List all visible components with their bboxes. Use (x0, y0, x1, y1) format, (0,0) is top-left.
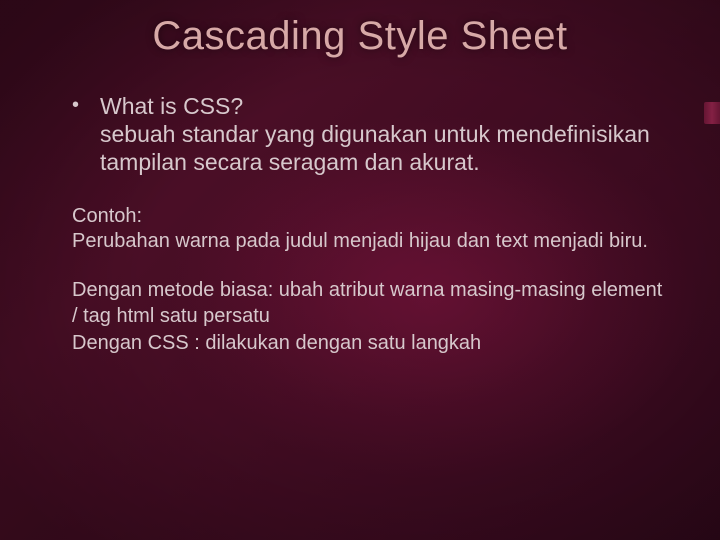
bullet-dot-icon: • (72, 92, 100, 120)
example-label: Contoh: (72, 204, 672, 229)
accent-strip (704, 102, 720, 124)
example-block: Contoh: Perubahan warna pada judul menja… (72, 204, 672, 254)
method-ordinary-text: Dengan metode biasa: ubah atribut warna … (72, 279, 662, 327)
method-css: Dengan CSS : dilakukan dengan satu langk… (72, 331, 672, 357)
method-ordinary: Dengan metode biasa: ubah atribut warna … (72, 278, 672, 329)
bullet-question: What is CSS? (100, 92, 243, 120)
slide-title: Cascading Style Sheet (0, 14, 720, 59)
methods-block: Dengan metode biasa: ubah atribut warna … (72, 278, 672, 357)
method-css-text: Dengan CSS : dilakukan dengan satu langk… (72, 332, 481, 354)
slide: Cascading Style Sheet • What is CSS? seb… (0, 0, 720, 540)
bullet-level1: • What is CSS? sebuah standar yang digun… (72, 92, 672, 176)
example-text: Perubahan warna pada judul menjadi hijau… (72, 229, 672, 254)
bullet-answer: sebuah standar yang digunakan untuk mend… (100, 120, 672, 176)
slide-body: • What is CSS? sebuah standar yang digun… (72, 92, 672, 359)
